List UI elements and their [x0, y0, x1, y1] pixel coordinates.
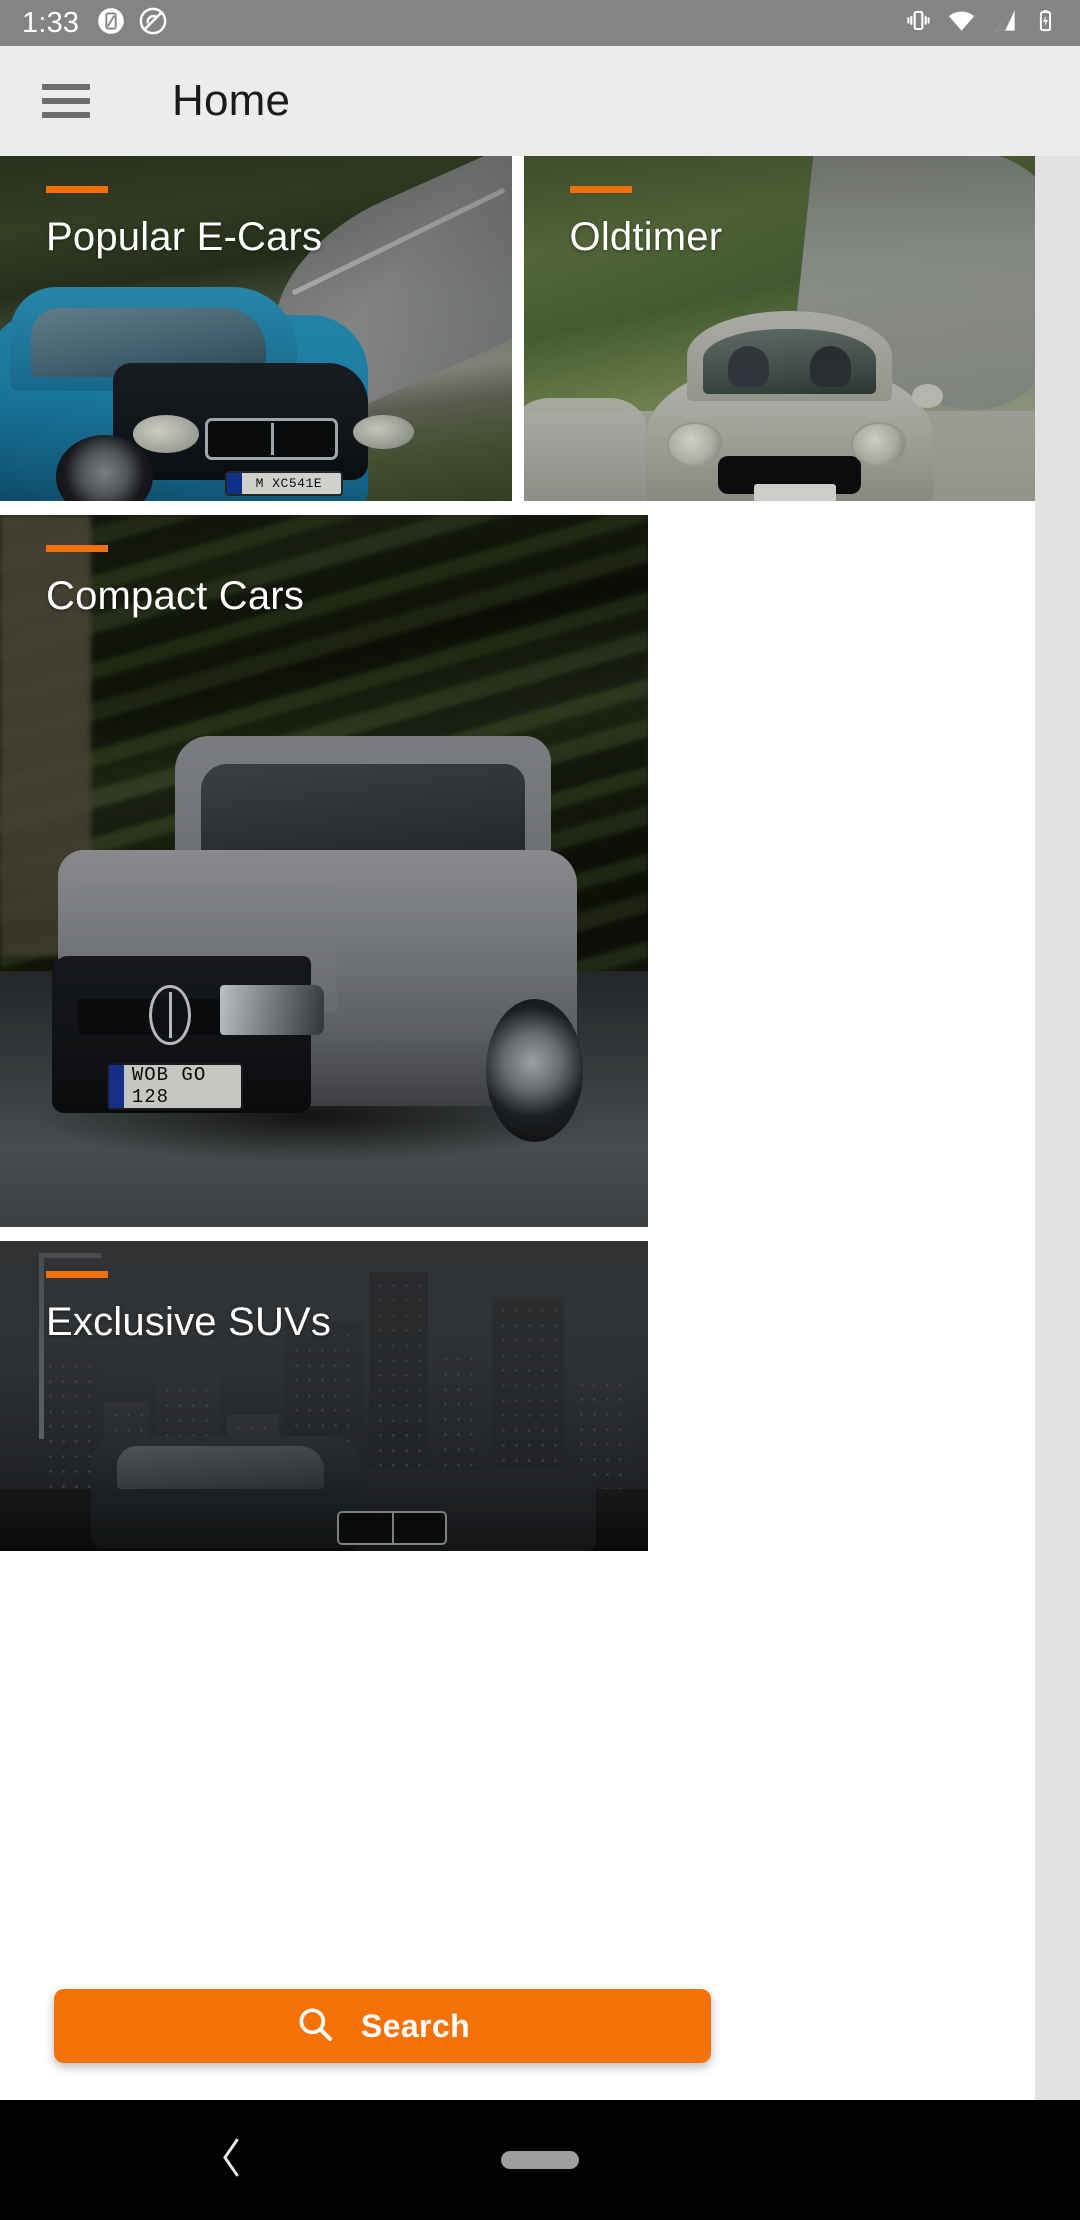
- do-not-disturb-icon: [139, 7, 167, 40]
- search-button-label: Search: [360, 2007, 471, 2044]
- category-card-popular-e-cars[interactable]: M XC541E Popular E-Cars: [0, 156, 512, 501]
- battery-charging-icon: [1033, 8, 1058, 38]
- content-scroll-area[interactable]: M XC541E Popular E-Cars: [0, 156, 1080, 2101]
- back-chevron-icon[interactable]: [215, 2135, 249, 2186]
- category-row-top: M XC541E Popular E-Cars: [0, 156, 1035, 501]
- category-label-group: Exclusive SUVs: [46, 1271, 331, 1345]
- page-title: Home: [172, 76, 291, 125]
- category-title: Oldtimer: [569, 215, 723, 259]
- category-card-oldtimer[interactable]: Oldtimer: [523, 156, 1035, 501]
- hamburger-line: [42, 84, 90, 90]
- hamburger-line: [42, 112, 90, 118]
- vibrate-icon: [905, 7, 932, 39]
- search-icon: [295, 2004, 335, 2049]
- accent-bar: [46, 545, 108, 552]
- cellular-signal-icon: [991, 7, 1018, 39]
- category-title: Exclusive SUVs: [46, 1300, 332, 1344]
- category-card-exclusive-suvs[interactable]: Exclusive SUVs: [0, 1241, 648, 1551]
- category-label-group: Oldtimer: [569, 186, 723, 260]
- accent-bar: [46, 186, 108, 193]
- category-title: Compact Cars: [46, 574, 305, 618]
- system-navigation-bar: [0, 2100, 1080, 2220]
- accent-bar: [46, 1271, 108, 1278]
- category-label-group: Popular E-Cars: [46, 186, 322, 260]
- status-bar-clock: 1:33: [22, 6, 80, 39]
- status-bar: 1:33: [0, 0, 1080, 46]
- image-scrim: [0, 515, 648, 1227]
- category-label-group: Compact Cars: [46, 545, 304, 619]
- home-pill-icon[interactable]: [501, 2151, 579, 2169]
- hamburger-line: [42, 98, 90, 104]
- app-bar: Home: [0, 46, 1080, 156]
- status-bar-system-icons: [905, 6, 1058, 40]
- category-title: Popular E-Cars: [46, 215, 323, 259]
- search-button[interactable]: Search: [54, 1989, 711, 2063]
- wifi-icon: [947, 6, 976, 40]
- content-sheet: M XC541E Popular E-Cars: [0, 156, 1035, 2101]
- screenshot-icon: [97, 7, 125, 40]
- status-bar-notification-icons: [97, 7, 167, 40]
- hamburger-menu-icon[interactable]: [42, 84, 90, 118]
- category-card-compact-cars[interactable]: WOB GO 128 Compact Cars: [0, 515, 648, 1227]
- accent-bar: [569, 186, 632, 193]
